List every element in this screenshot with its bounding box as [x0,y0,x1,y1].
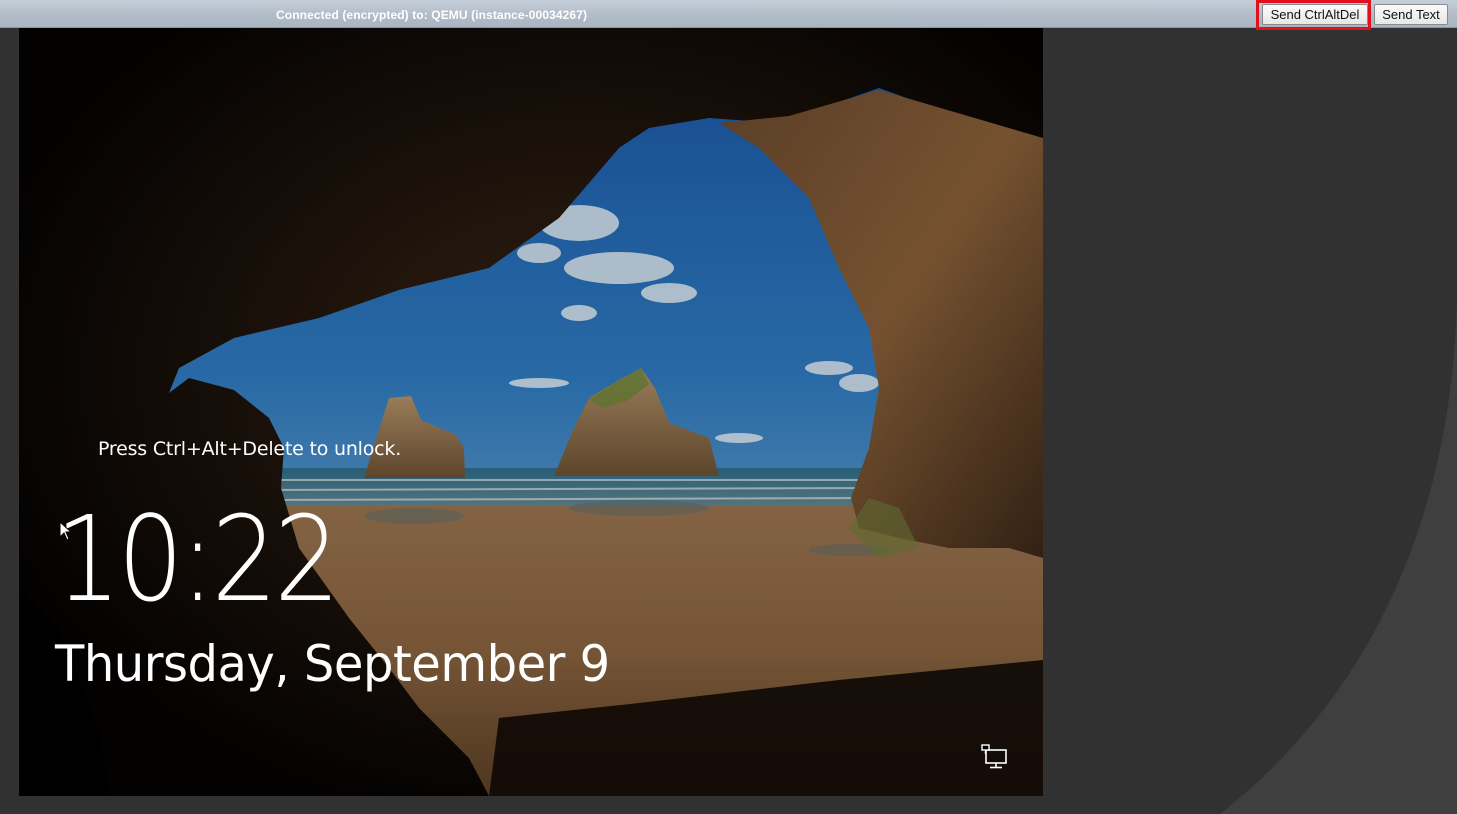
send-ctrlaltdel-button[interactable]: Send CtrlAltDel [1262,4,1368,25]
lockscreen-date: Thursday, September 9 [55,635,610,693]
unlock-hint-text: Press Ctrl+Alt+Delete to unlock. [98,438,402,460]
send-text-button[interactable]: Send Text [1374,4,1448,25]
vnc-console-page: Connected (encrypted) to: QEMU (instance… [0,0,1457,814]
vm-screen-canvas[interactable]: Press Ctrl+Alt+Delete to unlock. 10:22 T… [19,28,1043,796]
lockscreen-clock: 10:22 [55,490,340,628]
vnc-status-bar: Connected (encrypted) to: QEMU (instance… [0,0,1457,28]
mouse-cursor-icon [59,521,73,541]
connection-status-text: Connected (encrypted) to: QEMU (instance… [276,8,588,22]
background-arc [1220,0,1457,814]
network-monitor-icon[interactable] [981,744,1009,770]
